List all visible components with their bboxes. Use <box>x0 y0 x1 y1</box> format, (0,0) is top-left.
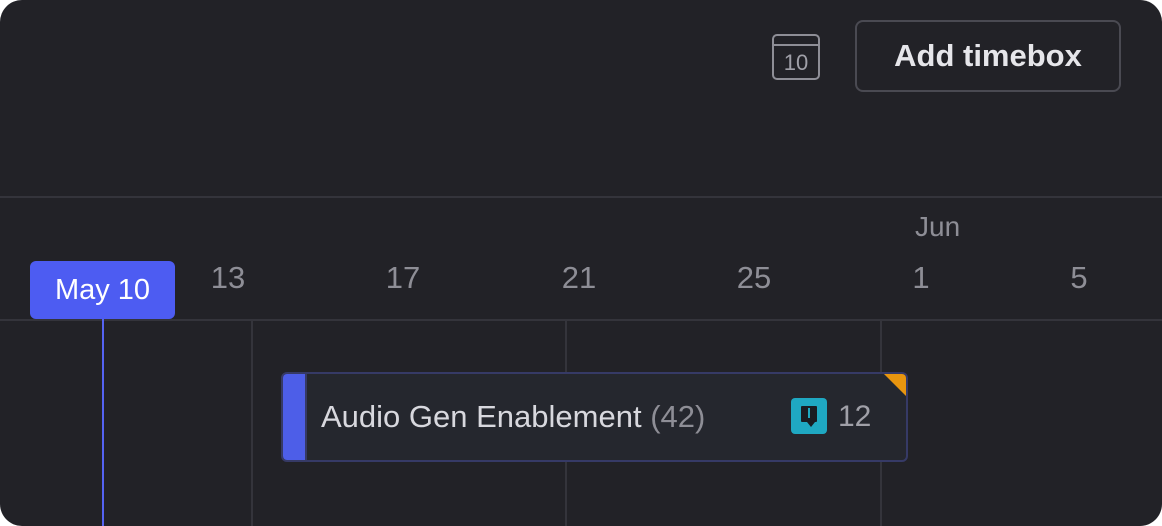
month-label: Jun <box>915 211 961 242</box>
timebox-handle-divider <box>305 374 307 460</box>
issue-count: 12 <box>838 400 872 433</box>
issue-icon <box>791 398 827 434</box>
date-tick: 13 <box>210 260 246 295</box>
calendar-icon <box>774 44 818 46</box>
calendar-day-number: 10 <box>783 50 809 75</box>
timebox-resize-handle[interactable] <box>283 374 305 460</box>
timebox-name: Audio Gen Enablement <box>321 399 642 434</box>
timebox-item-count: (42) <box>650 399 706 434</box>
grid-line <box>251 320 253 526</box>
today-marker-line <box>102 319 104 526</box>
today-marker[interactable]: May 10 <box>30 261 175 319</box>
timebox-bar[interactable]: Audio Gen Enablement (42) 12 <box>281 372 908 462</box>
header-divider <box>0 196 1162 198</box>
date-tick: 17 <box>385 260 421 295</box>
axis-divider <box>0 319 1162 321</box>
date-tick: 21 <box>561 260 597 295</box>
date-tick: 25 <box>736 260 772 295</box>
flag-corner-icon <box>884 374 906 396</box>
timebox-title: Audio Gen Enablement (42) <box>321 399 705 435</box>
add-timebox-button[interactable]: Add timebox <box>855 20 1121 92</box>
calendar-today-button[interactable]: 10 <box>772 34 820 80</box>
date-tick: 5 <box>1070 260 1088 295</box>
date-tick: 1 <box>912 260 930 295</box>
timeline-panel: 10 Add timebox Jun 13 17 21 25 1 5 May 1… <box>0 0 1162 526</box>
